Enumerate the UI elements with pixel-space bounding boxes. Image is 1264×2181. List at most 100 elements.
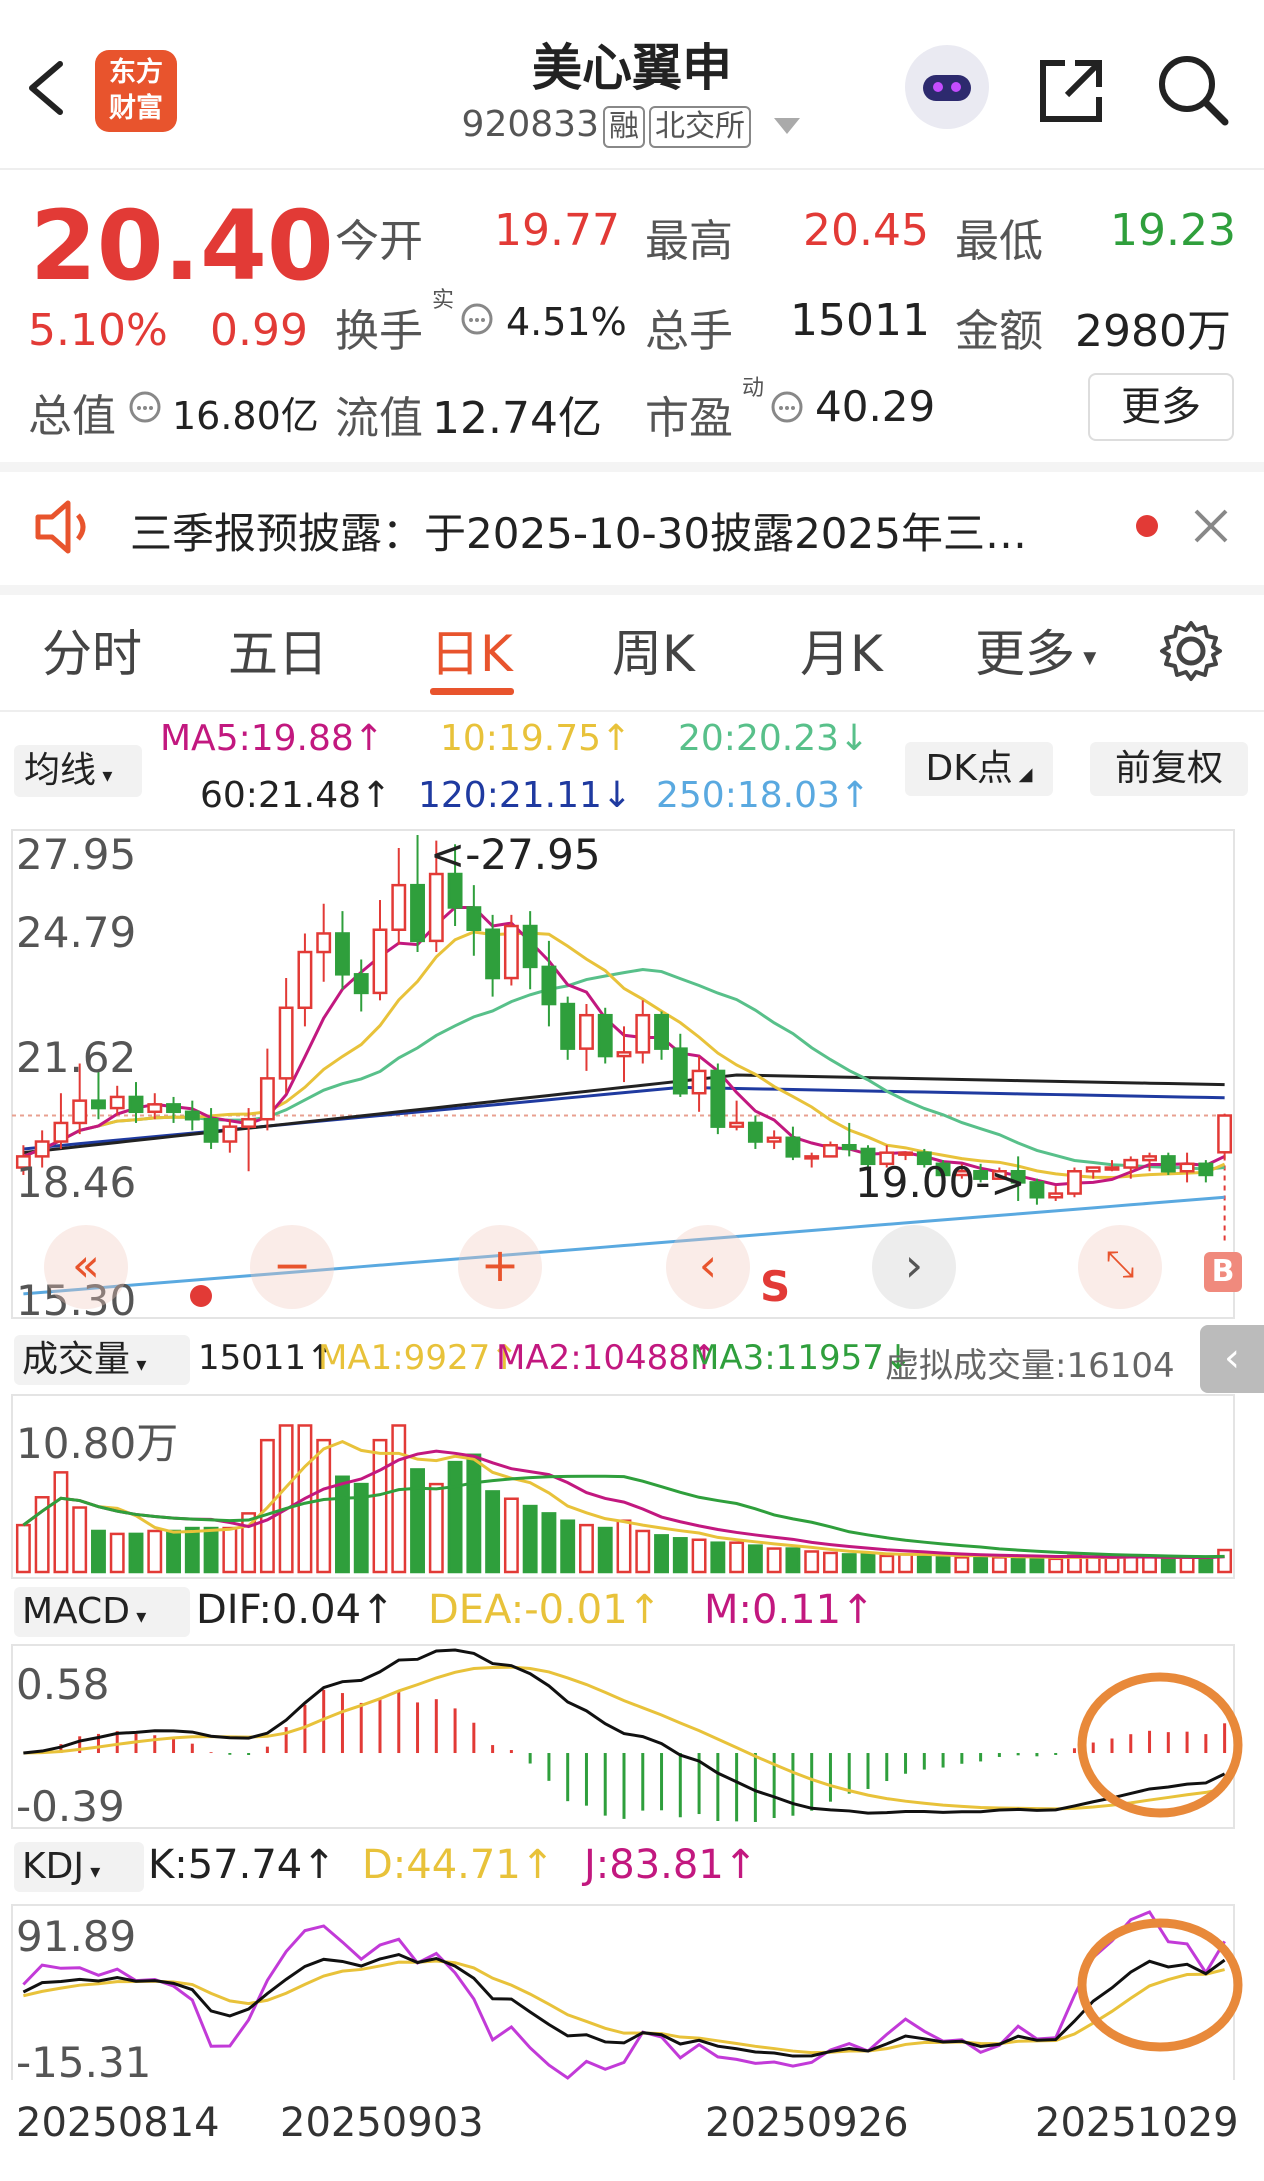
volume-bar (466, 1453, 482, 1574)
volume-bar (15, 1523, 31, 1574)
candle-body (485, 928, 501, 980)
volume-bar (503, 1497, 519, 1574)
dk-point-selector[interactable]: DK点 ◢ (905, 742, 1053, 796)
close-icon[interactable] (1190, 505, 1232, 547)
macd-selector[interactable]: MACD ▾ (14, 1587, 190, 1637)
macd-dea: DEA:-0.01↑ (428, 1587, 662, 1633)
fullscreen-button[interactable]: ⤡ (1078, 1225, 1162, 1309)
macd-m: M:0.11↑ (704, 1587, 875, 1633)
candle-body (691, 1069, 707, 1095)
kdj-selector[interactable]: KDJ ▾ (14, 1842, 144, 1892)
y-label: 24.79 (16, 908, 137, 957)
date-label: 20250926 (705, 2100, 909, 2146)
speaker-icon (35, 500, 86, 554)
volume-current: 15011↑ (198, 1338, 335, 1378)
volume-bar (935, 1556, 951, 1574)
pe-value: 40.29 (815, 382, 936, 431)
y-label: 18.46 (16, 1158, 137, 1207)
tab-daily-k[interactable]: 日K (430, 614, 513, 686)
candle-body (316, 932, 332, 954)
share-icon[interactable] (1035, 55, 1107, 127)
tab-monthly-k[interactable]: 月K (800, 614, 883, 686)
candle-body (1160, 1155, 1176, 1173)
volume-bar (222, 1526, 238, 1574)
volume-bar (1142, 1556, 1157, 1574)
ma-selector[interactable]: 均线 ▾ (14, 745, 142, 797)
y-label: 21.62 (16, 1033, 137, 1082)
fast-back-button[interactable]: « (44, 1225, 128, 1309)
more-button[interactable]: 更多 (1088, 373, 1234, 441)
info-icon[interactable] (128, 390, 162, 424)
candle-body (1123, 1158, 1139, 1169)
search-icon[interactable] (1155, 52, 1231, 128)
settings-gear-icon[interactable] (1158, 618, 1224, 684)
pe-sup: 动 (742, 376, 765, 401)
candle-body (1104, 1166, 1120, 1171)
volume-bar (841, 1553, 857, 1574)
volume-bar (616, 1519, 632, 1574)
volume-selector[interactable]: 成交量 ▾ (14, 1335, 190, 1385)
high-value: 20.45 (803, 205, 929, 256)
adjust-button[interactable]: 前复权 (1090, 742, 1248, 796)
info-icon[interactable] (460, 302, 494, 336)
tab-weekly-k[interactable]: 周K (612, 614, 695, 686)
kdj-j: J:83.81↑ (584, 1842, 758, 1888)
volume-bar (166, 1529, 181, 1574)
candle-body (729, 1121, 745, 1128)
candle-body (579, 1013, 594, 1050)
zoom-out-button[interactable]: − (250, 1225, 334, 1309)
volume-bar (109, 1532, 125, 1574)
kdj-d: D:44.71↑ (362, 1842, 555, 1888)
candle-body (34, 1140, 50, 1158)
turnover-value: 4.51% (506, 300, 627, 344)
zoom-in-button[interactable]: + (458, 1225, 542, 1309)
candle-body (241, 1117, 257, 1128)
info-icon[interactable] (770, 390, 804, 424)
kline-chart[interactable] (0, 815, 1264, 2080)
volume-y-label: 10.80万 (16, 1419, 179, 1468)
volume-ma3: MA3:11957↓ (690, 1338, 913, 1378)
volume-bar (278, 1424, 294, 1574)
volume-bar (1104, 1556, 1120, 1574)
volume-bar (72, 1506, 88, 1574)
candle-body (522, 924, 538, 969)
date-label: 20250903 (280, 2100, 484, 2146)
tab-five-day[interactable]: 五日 (228, 614, 328, 686)
dropdown-triangle-icon (774, 118, 801, 134)
notice-text[interactable]: 三季报预披露：于2025-10-30披露2025年三… (130, 500, 1027, 561)
market-cap-value: 16.80亿 (172, 394, 319, 438)
volume-bar (804, 1550, 820, 1574)
volume-bar (1029, 1557, 1045, 1574)
tab-minute[interactable]: 分时 (42, 614, 142, 686)
candle-body (410, 883, 425, 943)
candle-body (391, 883, 407, 931)
macd-y-bottom: -0.39 (16, 1782, 125, 1831)
candle-body (541, 965, 557, 1006)
kdj-j-line (22, 1910, 1226, 2080)
candle-body (1142, 1155, 1157, 1162)
margin-tag: 融 (602, 106, 645, 148)
prev-button[interactable]: ‹ (666, 1225, 750, 1309)
volume-bar (654, 1534, 669, 1574)
candle-body (335, 932, 350, 976)
kdj-k-line (22, 1952, 1226, 2058)
ma5-value: MA5:19.88↑ (160, 718, 384, 759)
volume-bar (672, 1537, 688, 1574)
high-label: 最高 (645, 216, 733, 267)
volume-bar (785, 1547, 801, 1574)
candle-body (654, 1013, 669, 1050)
robot-assistant-icon[interactable] (905, 45, 989, 129)
ma20-value: 20:20.23↓ (678, 718, 870, 759)
current-price: 20.40 (30, 190, 334, 302)
candle-body (747, 1121, 763, 1143)
candle-body (823, 1143, 838, 1158)
collapse-panel-button[interactable]: ‹ (1200, 1325, 1264, 1393)
candle-body (109, 1095, 125, 1110)
kdj-y-bottom: -15.31 (16, 2038, 152, 2087)
change-amount: 0.99 (210, 305, 308, 356)
candle-body (616, 1051, 632, 1058)
tab-more[interactable]: 更多 ▾ (975, 614, 1096, 686)
stock-code: 920833 (461, 104, 599, 145)
next-button[interactable]: › (872, 1225, 956, 1309)
volume-bar (410, 1468, 425, 1574)
